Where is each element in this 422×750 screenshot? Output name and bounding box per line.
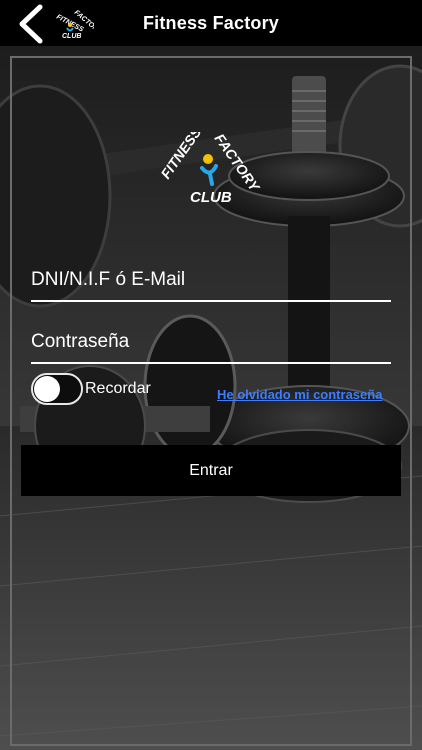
username-field[interactable] (31, 262, 391, 302)
svg-text:FACTORY: FACTORY (212, 132, 264, 195)
toggle-knob (34, 376, 60, 402)
top-navigation-bar: FITNESS FACTORY CLUB Fitness Factory (0, 0, 422, 46)
forgot-password-link[interactable]: He olvidado mi contraseña (217, 387, 382, 402)
login-submit-button[interactable]: Entrar (21, 445, 401, 496)
svg-text:CLUB: CLUB (62, 33, 81, 40)
svg-text:FITNESS: FITNESS (160, 132, 205, 182)
remember-toggle[interactable] (31, 373, 83, 405)
login-screen: FITNESS FACTORY CLUB Recordar He olvidad… (0, 46, 422, 750)
password-input[interactable] (31, 324, 391, 360)
remember-label: Recordar (85, 380, 151, 397)
username-input[interactable] (31, 262, 391, 298)
page-title: Fitness Factory (142, 13, 280, 33)
password-field[interactable] (31, 324, 391, 364)
svg-text:CLUB: CLUB (190, 189, 232, 206)
fitness-factory-club-logo: FITNESS FACTORY CLUB (160, 132, 264, 206)
